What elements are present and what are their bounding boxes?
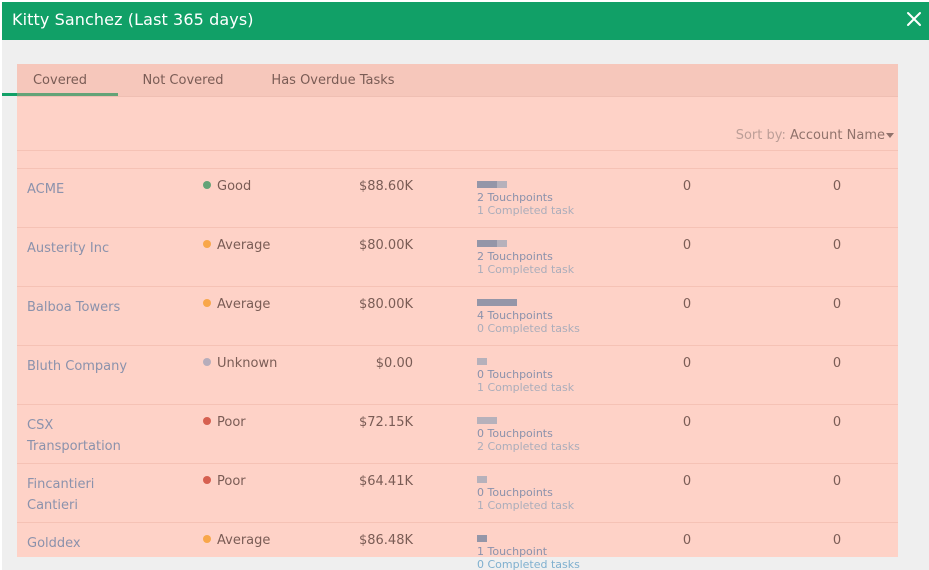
count-value: 0: [832, 474, 842, 489]
touchpoint-bar: [477, 535, 580, 542]
health-status: Average: [203, 297, 270, 313]
count-value: 0: [832, 238, 842, 253]
sort-bar: Sort by: Account Name: [17, 126, 898, 146]
chevron-down-icon[interactable]: [886, 133, 894, 138]
count-value: 0: [682, 238, 692, 253]
count-value: 0: [682, 474, 692, 489]
table-row: Golddex Average $86.48K 1 Touchpoint 0 C…: [17, 522, 898, 570]
completed-tasks[interactable]: 1 Completed task: [477, 204, 574, 217]
tab-not-covered[interactable]: Not Covered: [127, 64, 239, 97]
count-value: 0: [832, 533, 842, 548]
status-dot-icon: [203, 299, 211, 307]
touchpoint-bar: [477, 476, 574, 483]
amount: $86.48K: [358, 533, 413, 548]
touchpoint-count[interactable]: 2 Touchpoints: [477, 250, 574, 263]
account-link[interactable]: Austerity Inc: [27, 238, 147, 259]
completed-tasks[interactable]: 1 Completed task: [477, 499, 574, 512]
status-dot-icon: [203, 417, 211, 425]
account-link[interactable]: Fincantieri Cantieri: [27, 474, 147, 516]
tab-bar: Covered Not Covered Has Overdue Tasks: [17, 64, 898, 97]
touchpoints-cell: 0 Touchpoints 2 Completed tasks: [477, 417, 580, 453]
count-value: 0: [682, 297, 692, 312]
amount: $80.00K: [358, 238, 413, 253]
touchpoint-bar: [477, 358, 574, 365]
status-dot-icon: [203, 535, 211, 543]
active-tab-indicator: [2, 93, 118, 96]
amount: $72.15K: [358, 415, 413, 430]
count-value: 0: [832, 415, 842, 430]
touchpoint-count[interactable]: 0 Touchpoints: [477, 368, 574, 381]
touchpoint-bar: [477, 240, 574, 247]
count-value: 0: [832, 179, 842, 194]
amount: $0.00: [375, 356, 413, 371]
completed-tasks[interactable]: 1 Completed task: [477, 381, 574, 394]
status-dot-icon: [203, 240, 211, 248]
close-icon[interactable]: [903, 8, 925, 30]
health-status: Average: [203, 238, 270, 254]
completed-tasks[interactable]: 0 Completed tasks: [477, 322, 580, 335]
account-link[interactable]: Balboa Towers: [27, 297, 147, 318]
touchpoint-bar: [477, 181, 574, 188]
tab-has-overdue-tasks[interactable]: Has Overdue Tasks: [257, 64, 409, 97]
table-row: Fincantieri Cantieri Poor $64.41K 0 Touc…: [17, 463, 898, 522]
dialog-title: Kitty Sanchez (Last 365 days): [12, 10, 254, 29]
account-link[interactable]: Bluth Company: [27, 356, 147, 377]
touchpoints-cell: 4 Touchpoints 0 Completed tasks: [477, 299, 580, 335]
sort-dropdown[interactable]: Account Name: [790, 128, 885, 143]
account-link[interactable]: CSX Transportation: [27, 415, 147, 457]
touchpoints-cell: 0 Touchpoints 1 Completed task: [477, 358, 574, 394]
count-value: 0: [832, 297, 842, 312]
table-row: Austerity Inc Average $80.00K 2 Touchpoi…: [17, 227, 898, 286]
touchpoint-count[interactable]: 2 Touchpoints: [477, 191, 574, 204]
amount: $64.41K: [358, 474, 413, 489]
touchpoint-count[interactable]: 0 Touchpoints: [477, 486, 574, 499]
touchpoint-count[interactable]: 0 Touchpoints: [477, 427, 580, 440]
sort-label: Sort by:: [735, 128, 786, 143]
touchpoints-cell: 1 Touchpoint 0 Completed tasks: [477, 535, 580, 570]
completed-tasks[interactable]: 0 Completed tasks: [477, 558, 580, 570]
touchpoints-cell: 2 Touchpoints 1 Completed task: [477, 181, 574, 217]
health-status: Poor: [203, 415, 246, 431]
health-status: Average: [203, 533, 270, 549]
count-value: 0: [682, 356, 692, 371]
table-row: CSX Transportation Poor $72.15K 0 Touchp…: [17, 404, 898, 463]
touchpoint-bar: [477, 417, 580, 424]
health-status: Unknown: [203, 356, 277, 372]
amount: $80.00K: [358, 297, 413, 312]
touchpoints-cell: 0 Touchpoints 1 Completed task: [477, 476, 574, 512]
touchpoint-count[interactable]: 1 Touchpoint: [477, 545, 580, 558]
divider: [17, 150, 898, 151]
table-row: ACME Good $88.60K 2 Touchpoints 1 Comple…: [17, 168, 898, 227]
dialog-header: Kitty Sanchez (Last 365 days): [2, 2, 929, 40]
touchpoint-bar: [477, 299, 580, 306]
completed-tasks[interactable]: 1 Completed task: [477, 263, 574, 276]
count-value: 0: [682, 415, 692, 430]
account-link[interactable]: Golddex: [27, 533, 147, 554]
count-value: 0: [682, 179, 692, 194]
status-dot-icon: [203, 358, 211, 366]
completed-tasks[interactable]: 2 Completed tasks: [477, 440, 580, 453]
health-status: Poor: [203, 474, 246, 490]
count-value: 0: [832, 356, 842, 371]
account-link[interactable]: ACME: [27, 179, 147, 200]
touchpoints-cell: 2 Touchpoints 1 Completed task: [477, 240, 574, 276]
status-dot-icon: [203, 476, 211, 484]
count-value: 0: [682, 533, 692, 548]
health-status: Good: [203, 179, 251, 195]
status-dot-icon: [203, 181, 211, 189]
table-row: Balboa Towers Average $80.00K 4 Touchpoi…: [17, 286, 898, 345]
amount: $88.60K: [358, 179, 413, 194]
table-row: Bluth Company Unknown $0.00 0 Touchpoint…: [17, 345, 898, 404]
touchpoint-count[interactable]: 4 Touchpoints: [477, 309, 580, 322]
